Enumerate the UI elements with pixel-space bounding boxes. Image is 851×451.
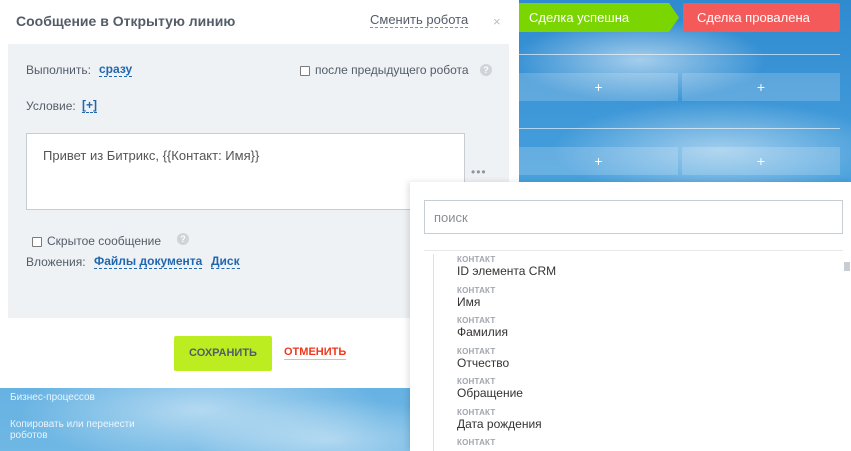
change-robot-link[interactable]: Сменить робота	[370, 12, 469, 28]
stage-divider	[519, 128, 840, 129]
after-previous-checkbox[interactable]	[300, 66, 310, 76]
hidden-message-checkbox[interactable]	[32, 237, 42, 247]
field-item[interactable]: КОНТАКТ Фамилия	[457, 316, 827, 347]
help-icon[interactable]: ?	[480, 64, 492, 76]
field-name: ID элемента CRM	[457, 264, 557, 278]
execute-mode-link[interactable]: сразу	[99, 63, 133, 77]
save-button[interactable]: СОХРАНИТЬ	[174, 336, 272, 371]
insert-field-dots-icon[interactable]: •••	[471, 166, 487, 178]
stage-success[interactable]: Сделка успешна	[519, 3, 679, 32]
stage-divider	[519, 54, 840, 55]
help-icon[interactable]: ?	[177, 233, 189, 245]
add-trigger-cell[interactable]: +	[682, 147, 840, 175]
field-name: Дата рождения	[457, 416, 542, 431]
field-category: КОНТАКТ	[457, 285, 496, 295]
field-item[interactable]: КОНТАКТ Обращение	[457, 377, 827, 408]
attachments-label: Вложения:	[26, 255, 86, 269]
search-input[interactable]	[424, 200, 843, 234]
field-name: Имя	[457, 294, 481, 309]
attachments-disk-link[interactable]: Диск	[211, 255, 240, 269]
field-category: КОНТАКТ	[457, 346, 496, 356]
field-item[interactable]: КОНТАКТ Имя	[457, 286, 827, 317]
add-robot-cell[interactable]: +	[682, 73, 840, 101]
stage-fail[interactable]: Сделка провалена	[683, 3, 840, 32]
tree-line	[433, 254, 434, 451]
message-text: Привет из Битрикс, {{Контакт: Имя}}	[43, 148, 260, 163]
field-item[interactable]: КОНТАКТ ID элемента CRM	[457, 255, 827, 286]
cancel-button[interactable]: ОТМЕНИТЬ	[284, 346, 347, 360]
footer-link-bp[interactable]: Бизнес-процессов	[10, 392, 95, 403]
condition-label: Условие:	[26, 99, 76, 113]
attachments-documents-link[interactable]: Файлы документа	[94, 255, 203, 269]
picker-divider	[424, 250, 843, 251]
field-list: КОНТАКТ ID элемента CRM КОНТАКТ Имя КОНТ…	[457, 255, 827, 451]
after-previous-label: после предыдущего робота	[315, 63, 469, 77]
add-trigger-cell[interactable]: +	[519, 147, 678, 175]
scrollbar-thumb[interactable]	[844, 262, 850, 271]
hidden-message-label: Скрытое сообщение	[47, 234, 162, 248]
field-category: КОНТАКТ	[457, 316, 496, 325]
field-item[interactable]: КОНТАКТ Дата рождения	[457, 408, 827, 439]
field-picker-popup: КОНТАКТ ID элемента CRM КОНТАКТ Имя КОНТ…	[410, 182, 851, 451]
close-icon[interactable]: ×	[493, 14, 501, 29]
field-name: Обращение	[457, 386, 523, 400]
field-category: КОНТАКТ	[457, 255, 496, 264]
add-robot-cell[interactable]: +	[519, 73, 678, 101]
dialog-title: Сообщение в Открытую линию	[16, 13, 236, 29]
execute-label: Выполнить:	[26, 63, 91, 77]
field-item[interactable]: КОНТАКТ Отчество	[457, 347, 827, 378]
field-category: КОНТАКТ	[457, 377, 496, 386]
condition-add-link[interactable]: [+]	[82, 99, 97, 113]
field-category: КОНТАКТ	[457, 407, 496, 417]
footer-link-copy[interactable]: Копировать или перенести роботов	[10, 419, 160, 441]
field-name: Отчество	[457, 355, 510, 370]
field-name: Фамилия	[457, 325, 508, 339]
field-item[interactable]: КОНТАКТ	[457, 438, 827, 451]
field-category: КОНТАКТ	[457, 438, 496, 447]
message-textarea[interactable]: Привет из Битрикс, {{Контакт: Имя}}	[26, 133, 465, 210]
